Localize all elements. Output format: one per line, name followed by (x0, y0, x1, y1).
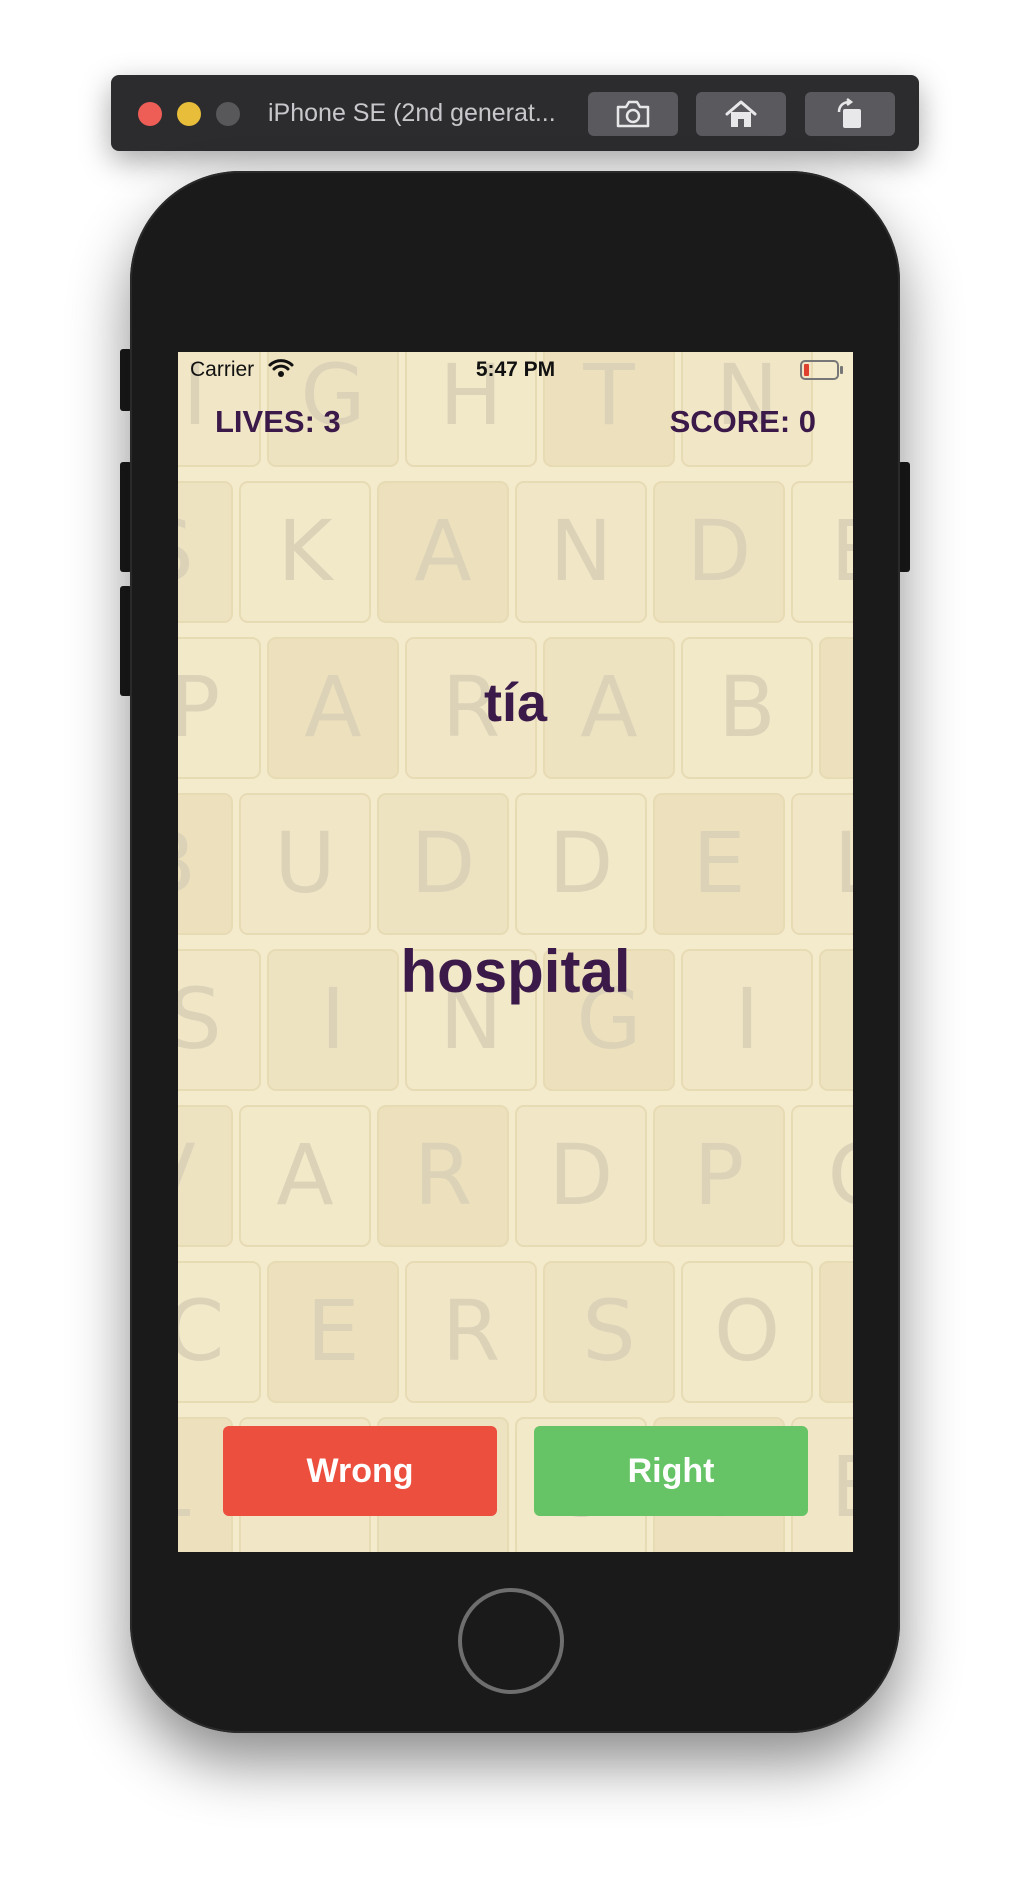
simulator-title-bar: iPhone SE (2nd generat... (111, 75, 919, 151)
device-home-button[interactable] (458, 1588, 564, 1694)
screenshot-button[interactable] (588, 92, 678, 136)
battery-icon (800, 360, 843, 380)
prompt-word: tía (483, 673, 548, 733)
zoom-window-button[interactable] (216, 102, 240, 126)
translation-word: hospital (400, 938, 631, 1005)
screenshot-icon (616, 100, 650, 128)
close-window-button[interactable] (138, 102, 162, 126)
score-counter: SCORE: 0 (669, 404, 816, 439)
right-button[interactable]: Right (534, 1426, 808, 1516)
home-icon (725, 100, 757, 127)
rotate-button[interactable] (805, 92, 895, 136)
status-bar: Carrier 5:47 PM (178, 352, 853, 388)
wrong-button[interactable]: Wrong (223, 1426, 497, 1516)
rotate-icon (837, 98, 861, 128)
app-screen: IGHTNSKANDEPARABSBUDDELSINGILVARDPCCERSO… (178, 352, 853, 1552)
minimize-window-button[interactable] (177, 102, 201, 126)
lives-counter: LIVES: 3 (215, 404, 341, 439)
home-button-toolbar[interactable] (696, 92, 786, 136)
status-time: 5:47 PM (475, 358, 556, 381)
simulator-window: iPhone SE (2nd generat... IG (0, 0, 1030, 1882)
simulator-title: iPhone SE (2nd generat... (268, 99, 556, 127)
